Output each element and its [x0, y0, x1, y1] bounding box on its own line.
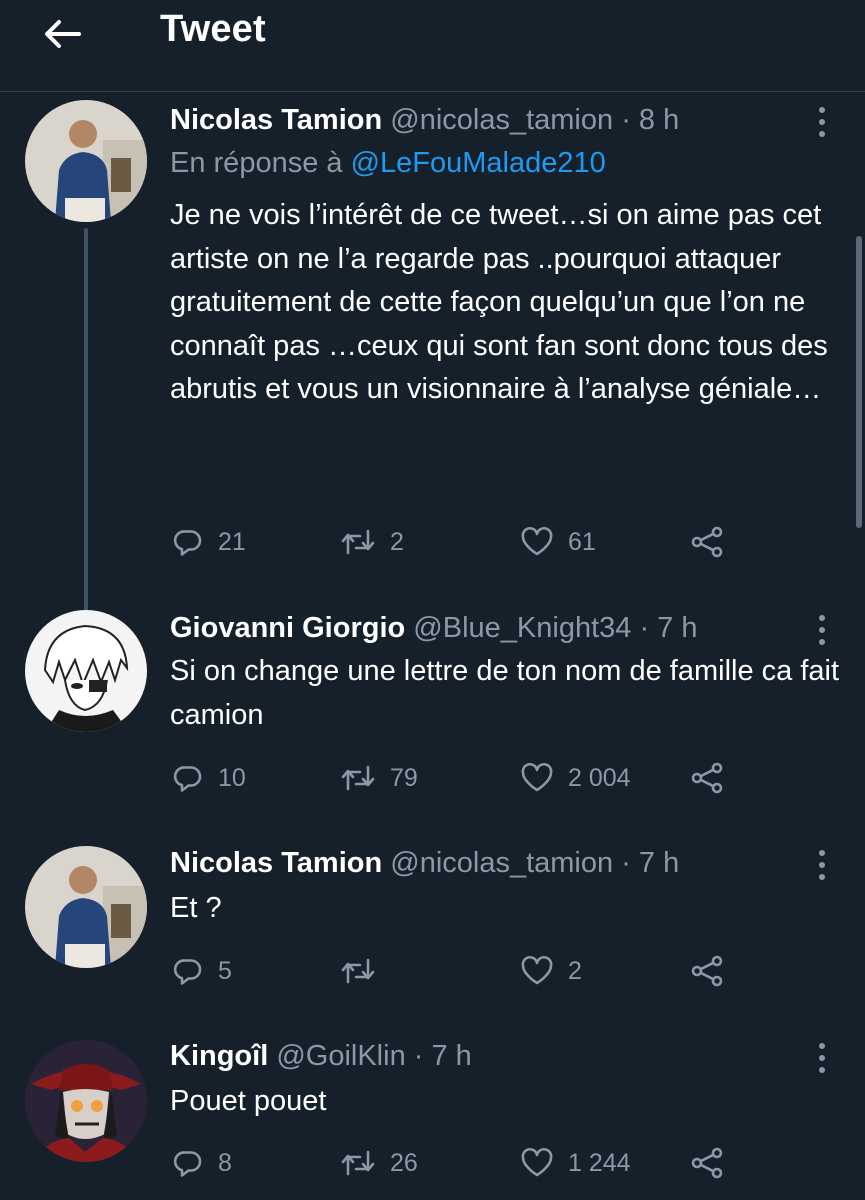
tweet-text: Et ?: [170, 892, 222, 924]
retweet-count: 26: [390, 1148, 418, 1177]
more-button[interactable]: [804, 610, 840, 650]
more-icon: [817, 612, 827, 648]
tweet-header: Giovanni Giorgio @Blue_Knight34 · 7 h: [170, 608, 697, 648]
avatar[interactable]: [25, 100, 147, 222]
like-button[interactable]: 2 004: [520, 758, 631, 798]
tweet-text: Si on change une lettre de ton nom de fa…: [170, 655, 840, 731]
retweet-icon: [340, 762, 376, 794]
top-bar: Tweet: [0, 0, 865, 92]
display-name[interactable]: Giovanni Giorgio: [170, 612, 405, 644]
reply-icon: [172, 526, 204, 558]
like-icon: [520, 762, 554, 794]
reply-prefix: En réponse à: [170, 147, 351, 179]
retweet-button[interactable]: 2: [340, 522, 404, 562]
handle-time[interactable]: @GoilKlin · 7 h: [276, 1040, 471, 1072]
reply-to: En réponse à @LeFouMalade210: [170, 143, 606, 183]
handle-time[interactable]: @nicolas_tamion · 8 h: [390, 104, 679, 136]
avatar[interactable]: [25, 610, 147, 732]
retweet-button[interactable]: [340, 951, 390, 991]
share-button[interactable]: [690, 758, 724, 798]
display-name[interactable]: Nicolas Tamion: [170, 104, 382, 136]
reply-icon: [172, 762, 204, 794]
share-button[interactable]: [690, 1143, 724, 1183]
like-button[interactable]: 2: [520, 951, 582, 991]
retweet-icon: [340, 1147, 376, 1179]
share-icon: [690, 1147, 724, 1179]
reply-count: 5: [218, 956, 232, 985]
handle-time[interactable]: @nicolas_tamion · 7 h: [390, 847, 679, 879]
share-icon: [690, 762, 724, 794]
reply-button[interactable]: 5: [172, 951, 232, 991]
like-button[interactable]: 61: [520, 522, 596, 562]
reply-button[interactable]: 10: [172, 758, 246, 798]
share-icon: [690, 526, 724, 558]
share-icon: [690, 955, 724, 987]
action-bar: 21 2 61: [0, 522, 865, 562]
tweet-text: Pouet pouet: [170, 1085, 327, 1117]
avatar[interactable]: [25, 846, 147, 968]
share-button[interactable]: [690, 951, 724, 991]
reply-button[interactable]: 8: [172, 1143, 232, 1183]
action-bar: 8 26 1 244: [0, 1143, 865, 1183]
like-count: 2 004: [568, 763, 631, 792]
tweet-header: Nicolas Tamion @nicolas_tamion · 8 h: [170, 100, 679, 140]
retweet-count: 79: [390, 763, 418, 792]
action-bar: 5 2: [0, 951, 865, 991]
tweet-text: Je ne vois l’intérêt de ce tweet…si on a…: [170, 199, 828, 405]
handle-time[interactable]: @Blue_Knight34 · 7 h: [413, 612, 697, 644]
more-button[interactable]: [804, 1038, 840, 1078]
like-icon: [520, 1147, 554, 1179]
retweet-count: 2: [390, 527, 404, 556]
more-icon: [817, 104, 827, 140]
retweet-icon: [340, 955, 376, 987]
more-icon: [817, 847, 827, 883]
like-icon: [520, 955, 554, 987]
like-icon: [520, 526, 554, 558]
scrollbar[interactable]: [856, 236, 862, 528]
more-icon: [817, 1040, 827, 1076]
display-name[interactable]: Kingoîl: [170, 1040, 268, 1072]
back-arrow-icon: [45, 20, 81, 48]
like-count: 2: [568, 956, 582, 985]
display-name[interactable]: Nicolas Tamion: [170, 847, 382, 879]
reply-count: 8: [218, 1148, 232, 1177]
reply-icon: [172, 955, 204, 987]
page-title: Tweet: [160, 8, 266, 50]
more-button[interactable]: [804, 102, 840, 142]
like-count: 1 244: [568, 1148, 631, 1177]
like-button[interactable]: 1 244: [520, 1143, 631, 1183]
tweet-header: Kingoîl @GoilKlin · 7 h: [170, 1036, 472, 1076]
retweet-button[interactable]: 79: [340, 758, 418, 798]
reply-count: 21: [218, 527, 246, 556]
reply-button[interactable]: 21: [172, 522, 246, 562]
action-bar: 10 79 2 004: [0, 758, 865, 798]
reply-icon: [172, 1147, 204, 1179]
reply-to-link[interactable]: @LeFouMalade210: [351, 147, 606, 179]
retweet-button[interactable]: 26: [340, 1143, 418, 1183]
share-button[interactable]: [690, 522, 724, 562]
retweet-icon: [340, 526, 376, 558]
tweet-header: Nicolas Tamion @nicolas_tamion · 7 h: [170, 843, 679, 883]
like-count: 61: [568, 527, 596, 556]
back-button[interactable]: [38, 10, 86, 58]
reply-count: 10: [218, 763, 246, 792]
more-button[interactable]: [804, 845, 840, 885]
